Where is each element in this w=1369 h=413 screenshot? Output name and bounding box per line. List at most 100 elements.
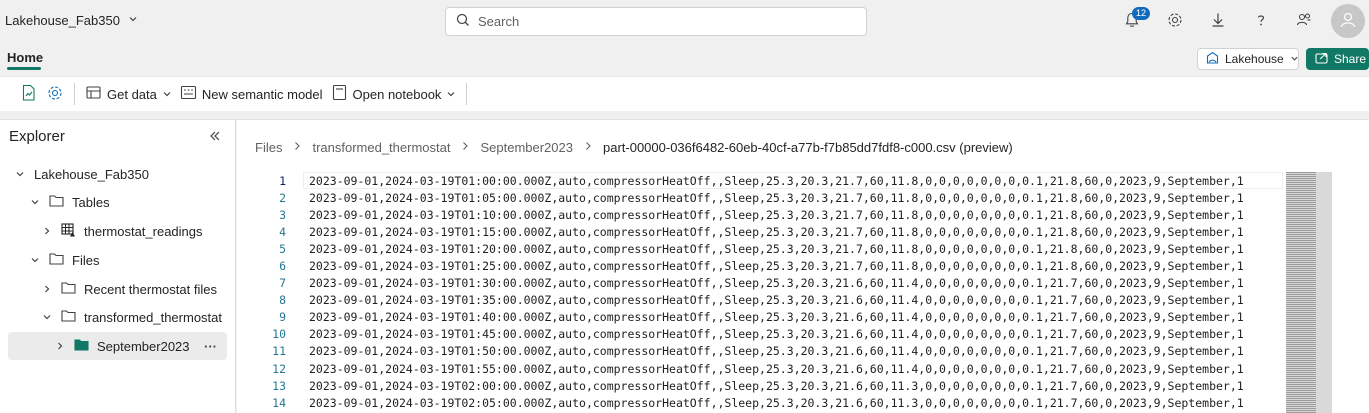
minimap-line [1286, 310, 1316, 311]
code-line[interactable]: 11 2023-09-01,2024-03-19T01:50:00.000Z,au… [237, 343, 1287, 360]
code-line[interactable]: 4 2023-09-01,2024-03-19T01:15:00.000Z,aut… [237, 223, 1287, 240]
code-line[interactable]: 12 2023-09-01,2024-03-19T01:55:00.000Z,au… [237, 360, 1287, 377]
tree-folder-september2023[interactable]: September2023 ··· [8, 332, 227, 360]
breadcrumb-item-transformed[interactable]: transformed_thermostat [312, 140, 450, 155]
minimap-line [1286, 344, 1316, 345]
collapse-icon[interactable] [208, 129, 222, 146]
minimap-line [1286, 308, 1316, 309]
line-number: 5 [279, 241, 286, 256]
more-options-icon[interactable]: ··· [204, 339, 217, 354]
minimap-line [1286, 374, 1316, 375]
get-data-button[interactable]: Get data [81, 80, 176, 108]
minimap-line [1286, 224, 1316, 225]
new-item-button[interactable] [16, 80, 42, 108]
breadcrumb-item-september[interactable]: September2023 [480, 140, 573, 155]
code-line[interactable]: 3 2023-09-01,2024-03-19T01:10:00.000Z,aut… [237, 206, 1287, 223]
minimap-line [1286, 294, 1316, 295]
help-button[interactable] [1239, 0, 1282, 42]
notifications-button[interactable]: 12 [1110, 0, 1153, 42]
minimap-line [1286, 278, 1316, 279]
minimap-line [1286, 228, 1316, 229]
new-semantic-model-button[interactable]: New semantic model [176, 80, 327, 108]
code-line[interactable]: 5 2023-09-01,2024-03-19T01:20:00.000Z,aut… [237, 240, 1287, 257]
code-line[interactable]: 1 2023-09-01,2024-03-19T01:00:00.000Z,aut… [237, 172, 1287, 189]
minimap-line [1286, 366, 1316, 367]
code-line[interactable]: 10 2023-09-01,2024-03-19T01:45:00.000Z,au… [237, 326, 1287, 343]
code-line[interactable]: 9 2023-09-01,2024-03-19T01:40:00.000Z,aut… [237, 309, 1287, 326]
avatar[interactable] [1331, 4, 1365, 38]
chevron-right-icon [41, 226, 53, 236]
tab-home[interactable]: Home [7, 50, 43, 65]
minimap-line [1286, 328, 1316, 329]
model-icon [180, 84, 197, 104]
vertical-scrollbar[interactable] [1342, 172, 1354, 413]
search-placeholder: Search [478, 14, 520, 29]
minimap-line [1286, 372, 1316, 373]
minimap-line [1286, 400, 1316, 401]
tree-folder-transformed[interactable]: transformed_thermostat [41, 303, 222, 331]
minimap-line [1286, 362, 1316, 363]
tree-table-thermostat-readings[interactable]: thermostat_readings [41, 217, 203, 245]
code-line[interactable]: 8 2023-09-01,2024-03-19T01:35:00.000Z,aut… [237, 292, 1287, 309]
minimap-line [1286, 192, 1316, 193]
tab-row: Home [0, 42, 1369, 75]
code-line[interactable]: 6 2023-09-01,2024-03-19T01:25:00.000Z,aut… [237, 257, 1287, 274]
line-number: 4 [279, 224, 286, 239]
minimap-line [1286, 288, 1316, 289]
download-button[interactable] [1196, 0, 1239, 42]
line-text: 2023-09-01,2024-03-19T01:25:00.000Z,auto… [309, 259, 1244, 274]
minimap-line [1286, 190, 1316, 191]
tree-lakehouse[interactable]: Lakehouse_Fab350 [14, 160, 149, 188]
settings-button[interactable] [1153, 0, 1196, 42]
code-line[interactable]: 13 2023-09-01,2024-03-19T02:00:00.000Z,au… [237, 377, 1287, 394]
line-number: 3 [279, 207, 286, 222]
minimap[interactable] [1286, 172, 1332, 413]
minimap-line [1286, 292, 1316, 293]
table-icon [61, 222, 76, 240]
download-icon [1209, 11, 1227, 32]
minimap-line [1286, 266, 1316, 267]
minimap-line [1286, 204, 1316, 205]
new-item-icon [20, 84, 38, 105]
chevron-right-icon [41, 284, 53, 294]
code-line[interactable]: 7 2023-09-01,2024-03-19T01:30:00.000Z,aut… [237, 275, 1287, 292]
line-text: 2023-09-01,2024-03-19T01:45:00.000Z,auto… [309, 327, 1244, 342]
minimap-line [1286, 174, 1316, 175]
tree-folder-recent[interactable]: Recent thermostat files [41, 275, 217, 303]
share-button[interactable]: Share [1306, 48, 1369, 70]
chevron-right-icon [54, 341, 66, 351]
minimap-line [1286, 178, 1316, 179]
line-text: 2023-09-01,2024-03-19T01:20:00.000Z,auto… [309, 241, 1244, 256]
code-line[interactable]: 14 2023-09-01,2024-03-19T02:05:00.000Z,au… [237, 394, 1287, 411]
minimap-line [1286, 406, 1316, 407]
lakehouse-settings-button[interactable] [42, 80, 68, 108]
lakehouse-mode-dropdown[interactable]: Lakehouse [1197, 48, 1299, 70]
tree-tables[interactable]: Tables [29, 188, 110, 216]
code-line[interactable]: 2 2023-09-01,2024-03-19T01:05:00.000Z,aut… [237, 189, 1287, 206]
minimap-line [1286, 254, 1316, 255]
line-text: 2023-09-01,2024-03-19T01:55:00.000Z,auto… [309, 361, 1244, 376]
tree-files[interactable]: Files [29, 246, 99, 274]
share-feedback-button[interactable] [1282, 0, 1325, 42]
explorer-title: Explorer [9, 128, 65, 145]
minimap-line [1286, 210, 1316, 211]
line-number: 12 [272, 361, 286, 376]
chevron-right-icon [583, 141, 593, 154]
minimap-line [1286, 402, 1316, 403]
minimap-line [1286, 206, 1316, 207]
minimap-line [1286, 264, 1316, 265]
minimap-line [1286, 410, 1316, 411]
line-text: 2023-09-01,2024-03-19T01:40:00.000Z,auto… [309, 310, 1244, 325]
minimap-line [1286, 380, 1316, 381]
breadcrumb-item-files[interactable]: Files [255, 140, 282, 155]
search-box[interactable]: Search [445, 7, 867, 36]
help-icon [1252, 11, 1270, 32]
code-preview[interactable]: 1 2023-09-01,2024-03-19T01:00:00.000Z,aut… [237, 172, 1287, 411]
open-notebook-button[interactable]: Open notebook [327, 80, 461, 108]
minimap-line [1286, 284, 1316, 285]
chevron-down-icon [446, 87, 456, 102]
workspace-switcher[interactable]: Lakehouse_Fab350 [5, 13, 138, 28]
ribbon-divider [74, 83, 75, 105]
minimap-line [1286, 346, 1316, 347]
chevron-down-icon [41, 312, 53, 322]
